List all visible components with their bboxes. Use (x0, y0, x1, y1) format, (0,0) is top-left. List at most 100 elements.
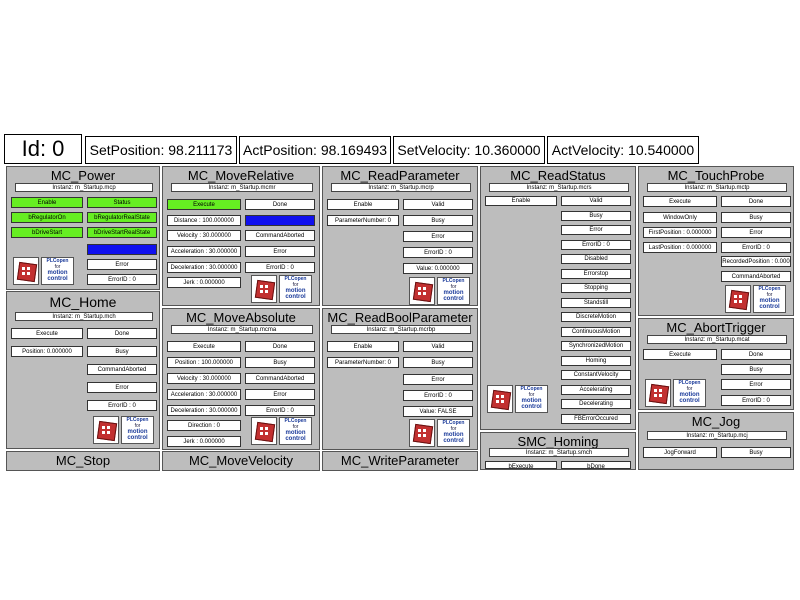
status-output-item: Busy (561, 210, 631, 221)
plcopen-badge: PLCopen for motion control (753, 285, 786, 313)
status-output-item: Homing (561, 355, 631, 366)
status-indicator: Status (87, 197, 157, 208)
busy-indicator: Busy (721, 447, 791, 458)
plcopen-badge: PLCopen for motion control (41, 257, 74, 285)
busy-indicator: Busy (245, 357, 315, 368)
mc-move-absolute-panel: MC_MoveAbsolute Instanz: m_Startup.mcma … (162, 308, 320, 450)
jerk-input[interactable]: Jerk : 0.000000 (167, 277, 241, 288)
first-position-input[interactable]: FirstPosition : 0.000000 (643, 227, 717, 238)
velocity-input[interactable]: Velocity : 30.000000 (167, 230, 241, 241)
acceleration-input[interactable]: Acceleration : 30.000000 (167, 389, 241, 400)
parameter-number-input[interactable]: ParameterNumber: 0 (327, 357, 399, 368)
execute-button[interactable]: Execute (11, 328, 83, 339)
plcopen-logo: PLCopen for motion control (409, 419, 477, 449)
smc-homing-panel: SMC_Homing Instanz: m_Startup.smch bExec… (480, 432, 636, 470)
execute-button[interactable]: Execute (643, 196, 717, 207)
enable-button[interactable]: Enable (327, 341, 399, 352)
cube-icon (645, 379, 671, 407)
direction-input[interactable]: Direction : 0 (167, 420, 241, 431)
error-id-field: ErrorID : 0 (403, 247, 473, 258)
err-indicator: Err (87, 244, 157, 255)
status-output-item: ErrorID : 0 (561, 239, 631, 250)
cube-icon (93, 416, 119, 444)
valid-indicator: Valid (403, 341, 473, 352)
jog-forward-button[interactable]: JogForward (643, 447, 717, 458)
busy-indicator: Busy (721, 212, 791, 223)
cube-icon (251, 275, 277, 303)
error-indicator: Error (245, 389, 315, 400)
plcopen-badge: PLCopen for motion control (515, 385, 548, 413)
panel-title: MC_MoveVelocity (188, 453, 294, 468)
position-input[interactable]: Position: 0.000000 (11, 346, 83, 357)
recorded-position-field: RecordedPosition : 0.000 (721, 256, 791, 267)
instance-label: Instanz: m_Startup.smch (489, 448, 629, 457)
status-output-item: ConstantVelocity (561, 370, 631, 380)
plcopen-logo: PLCopen for motion control (13, 257, 81, 287)
error-indicator: Error (721, 227, 791, 238)
err-indicator: Err (245, 215, 315, 226)
status-output-item: Disabled (561, 254, 631, 264)
cube-icon (13, 257, 39, 285)
error-id-field: ErrorID : 0 (403, 390, 473, 401)
panel-title: MC_TouchProbe (667, 168, 765, 183)
status-output-item: Standstill (561, 297, 631, 308)
deceleration-input[interactable]: Deceleration : 30.000000 (167, 262, 241, 273)
parameter-number-input[interactable]: ParameterNumber: 0 (327, 215, 399, 226)
command-aborted-indicator: CommandAborted (87, 364, 157, 375)
regulator-on-button[interactable]: bRegulatorOn (11, 212, 83, 223)
execute-button[interactable]: Execute (167, 199, 241, 210)
panel-title: MC_Stop (55, 453, 111, 468)
plcopen-logo: PLCopen for motion control (93, 416, 161, 446)
status-output-item: FBErrorOccured (561, 413, 631, 424)
error-id-field: ErrorID : 0 (245, 405, 315, 416)
error-indicator: Error (245, 246, 315, 257)
position-input[interactable]: Position : 100.000000 (167, 357, 241, 368)
error-id-field: ErrorID : 0 (87, 400, 157, 411)
done-indicator: Done (721, 349, 791, 360)
execute-button[interactable]: bExecute (485, 461, 557, 469)
mc-touch-probe-panel: MC_TouchProbe Instanz: m_Startup.mctp Ex… (638, 166, 794, 316)
instance-label: Instanz: m_Startup.mcma (171, 325, 313, 334)
execute-button[interactable]: Execute (167, 341, 241, 352)
distance-input[interactable]: Distance : 100.000000 (167, 215, 241, 226)
cube-icon (725, 285, 751, 313)
last-position-input[interactable]: LastPosition : 0.000000 (643, 242, 717, 253)
value-field: Value: FALSE (403, 406, 473, 417)
drive-start-button[interactable]: bDriveStart (11, 227, 83, 238)
status-output-item: Errorstop (561, 268, 631, 279)
status-output-item: Error (561, 225, 631, 235)
command-aborted-indicator: CommandAborted (245, 373, 315, 384)
panel-title: MC_ReadStatus (510, 168, 606, 183)
mc-power-panel: MC_Power Instanz: m_Startup.mcp Enable S… (6, 166, 160, 290)
mc-read-parameter-panel: MC_ReadParameter Instanz: m_Startup.mcrp… (322, 166, 478, 306)
plcopen-logo: PLCopen for motion control (251, 417, 319, 447)
execute-button[interactable]: Execute (643, 349, 717, 360)
instance-label: Instanz: m_Startup.mcmr (171, 183, 313, 192)
status-output-item: DiscreteMotion (561, 312, 631, 322)
mc-read-bool-parameter-panel: MC_ReadBoolParameter Instanz: m_Startup.… (322, 308, 478, 450)
mc-home-panel: MC_Home Instanz: m_Startup.mch Execute D… (6, 291, 160, 449)
error-indicator: Error (403, 374, 473, 385)
panel-title: MC_ReadParameter (340, 168, 460, 183)
error-indicator: Error (721, 379, 791, 390)
plcopen-badge: PLCopen for motion control (121, 416, 154, 444)
enable-button[interactable]: Enable (327, 199, 399, 210)
instance-label: Instanz: m_Startup.mcrbp (331, 325, 471, 334)
axis-id-field: Id: 0 (4, 134, 82, 164)
deceleration-input[interactable]: Deceleration : 30.000000 (167, 405, 241, 416)
enable-button[interactable]: Enable (11, 197, 83, 208)
mc-move-velocity-panel: MC_MoveVelocity (162, 451, 320, 471)
instance-label: Instanz: m_Startup.mcrp (331, 183, 471, 192)
valid-indicator: Valid (403, 199, 473, 210)
regulator-real-state-indicator: bRegulatorRealState (87, 212, 157, 223)
velocity-input[interactable]: Velocity : 30.000000 (167, 373, 241, 384)
acceleration-input[interactable]: Acceleration : 30.000000 (167, 246, 241, 257)
done-indicator: bDone (561, 461, 631, 469)
jerk-input[interactable]: Jerk : 0.000000 (167, 436, 241, 447)
enable-button[interactable]: Enable (485, 196, 557, 206)
set-velocity-field: SetVelocity: 10.360000 (393, 136, 545, 164)
panel-title: MC_AbortTrigger (666, 320, 766, 335)
done-indicator: Done (721, 196, 791, 207)
window-only-input[interactable]: WindowOnly (643, 212, 717, 223)
error-indicator: Error (403, 231, 473, 242)
